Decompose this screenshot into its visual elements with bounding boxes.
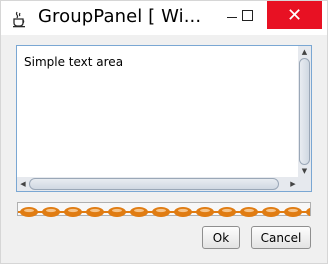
dialog-window: GroupPanel [ Wi... ✕ Simple text area ▲ … [0, 0, 328, 264]
close-button[interactable]: ✕ [267, 1, 322, 29]
progress-segment-highlight [134, 208, 144, 213]
window-title: GroupPanel [ Wi... [38, 6, 202, 27]
progress-animation-icon [18, 207, 324, 217]
vertical-scroll-thumb[interactable] [299, 58, 310, 165]
progress-segment-highlight [112, 208, 122, 213]
java-cup-icon [10, 10, 28, 28]
progress-segment-highlight [46, 208, 56, 213]
scroll-left-icon[interactable]: ◀ [17, 177, 29, 191]
cancel-button[interactable]: Cancel [251, 226, 311, 249]
progress-segment-highlight [24, 208, 34, 213]
progress-segment-highlight [288, 208, 298, 213]
progress-segment-highlight [200, 208, 210, 213]
group-panel: Simple text area ▲ ▼ ◀ ▶ Ok Cancel [11, 39, 324, 259]
progress-segment-highlight [222, 208, 232, 213]
title-bar[interactable]: GroupPanel [ Wi... ✕ [1, 1, 327, 35]
close-icon: ✕ [286, 4, 303, 26]
horizontal-scroll-thumb[interactable] [29, 178, 279, 190]
ok-button[interactable]: Ok [202, 226, 240, 249]
progress-segment [306, 207, 324, 217]
maximize-icon [241, 9, 253, 21]
scroll-up-icon[interactable]: ▲ [298, 46, 311, 58]
maximize-button[interactable] [234, 1, 260, 29]
indeterminate-progress-bar [17, 202, 324, 217]
text-area-scroll-pane: Simple text area ▲ ▼ ◀ ▶ [16, 45, 312, 192]
progress-segment-highlight [68, 208, 78, 213]
progress-segment-highlight [244, 208, 254, 213]
progress-segment-highlight [90, 208, 100, 213]
scrollbar-corner [298, 177, 311, 191]
progress-segment-highlight [266, 208, 276, 213]
progress-segment-highlight [156, 208, 166, 213]
scroll-down-icon[interactable]: ▼ [298, 165, 311, 177]
text-area[interactable]: Simple text area [18, 47, 299, 177]
progress-segment-highlight [178, 208, 188, 213]
horizontal-scrollbar[interactable]: ◀ ▶ [17, 177, 299, 191]
vertical-scrollbar[interactable]: ▲ ▼ [298, 46, 311, 177]
